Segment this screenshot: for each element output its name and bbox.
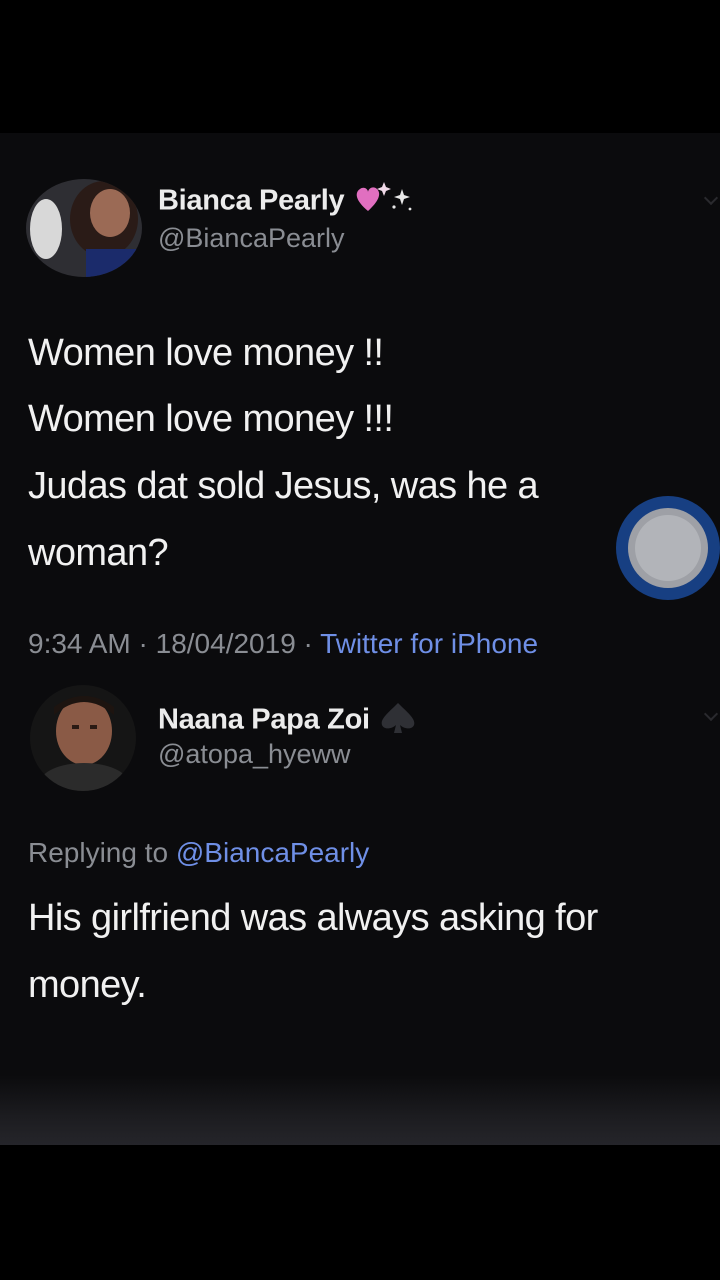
assistive-touch-button[interactable] xyxy=(616,496,720,600)
chevron-down-icon[interactable] xyxy=(703,190,719,206)
tweet-screenshot: Bianca Pearly @BiancaPearly Women love m… xyxy=(0,133,720,1145)
spade-icon xyxy=(378,697,418,745)
tweet-text-line: Women love money !!! xyxy=(28,398,394,440)
replying-mention-link[interactable]: @BiancaPearly xyxy=(176,837,369,868)
assistive-touch-icon xyxy=(635,515,701,581)
replying-prefix: Replying to xyxy=(28,837,169,868)
meta-separator: · xyxy=(303,628,313,659)
chevron-down-icon[interactable] xyxy=(703,706,719,722)
replying-to: Replying to @BiancaPearly xyxy=(28,837,369,869)
meta-separator: · xyxy=(138,628,148,659)
reply-text-line: His girlfriend was always asking for xyxy=(28,897,598,939)
tweet-author-name[interactable]: Bianca Pearly xyxy=(158,181,416,223)
tweet-text-line: woman? xyxy=(28,532,169,574)
tweet-author-handle[interactable]: @BiancaPearly xyxy=(158,223,345,254)
tweet-source-link[interactable]: Twitter for iPhone xyxy=(320,628,538,659)
tweet-text-line: Judas dat sold Jesus, was he a xyxy=(28,465,539,507)
sparkling-heart-sparkles-icon xyxy=(352,181,416,223)
naana-avatar[interactable] xyxy=(30,685,136,791)
bianca-avatar[interactable] xyxy=(26,179,142,277)
screen: Bianca Pearly @BiancaPearly Women love m… xyxy=(0,0,720,1280)
tweet-meta: 9:34 AM · 18/04/2019 · Twitter for iPhon… xyxy=(28,628,538,660)
reply-author-handle[interactable]: @atopa_hyeww xyxy=(158,739,351,770)
tweet-date[interactable]: 18/04/2019 xyxy=(156,628,296,659)
reply-author-name[interactable]: Naana Papa Zoi xyxy=(158,697,418,745)
reply-text-line: money. xyxy=(28,964,147,1006)
tweet-time: 9:34 AM xyxy=(28,628,131,659)
tweet-text-line: Women love money !! xyxy=(28,332,384,374)
